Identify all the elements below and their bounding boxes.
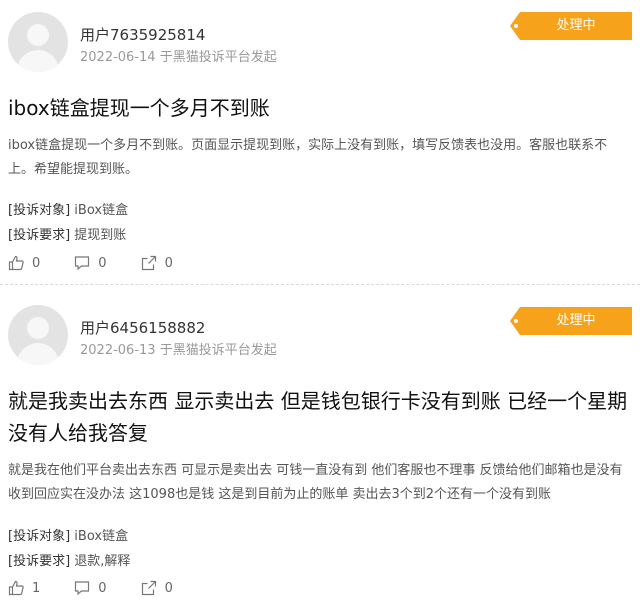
complaint-title[interactable]: 就是我卖出去东西 显示卖出去 但是钱包银行卡没有到账 已经一个星期没有人给我答复 bbox=[8, 385, 632, 449]
request-label: [投诉要求] bbox=[8, 228, 71, 243]
complaint-title[interactable]: ibox链盒提现一个多月不到账 bbox=[8, 92, 632, 124]
thumbs-up-icon bbox=[8, 580, 24, 596]
complaint-body: ibox链盒提现一个多月不到账。页面显示提现到账，实际上没有到账，填写反馈表也没… bbox=[8, 138, 608, 177]
request-value: 退款,解释 bbox=[74, 554, 131, 569]
complaint-body: 就是我在他们平台卖出去东西 可显示是卖出去 可钱一直没有到 他们客服也不理事 反… bbox=[8, 463, 623, 502]
request-value: 提现到账 bbox=[74, 228, 127, 243]
username[interactable]: 用户7635925814 bbox=[80, 24, 205, 45]
complaint-target: [投诉对象] iBox链盒 bbox=[8, 525, 128, 544]
like-button[interactable]: 1 bbox=[8, 580, 40, 596]
comment-button[interactable]: 0 bbox=[74, 255, 107, 271]
post-source: 于黑猫投诉平台发起 bbox=[159, 50, 277, 65]
comment-count: 0 bbox=[98, 255, 107, 271]
complaint-request: [投诉要求] 退款,解释 bbox=[8, 550, 130, 569]
target-value: iBox链盒 bbox=[74, 529, 129, 544]
target-label: [投诉对象] bbox=[8, 203, 71, 218]
share-button[interactable]: 0 bbox=[141, 580, 173, 596]
post-source: 于黑猫投诉平台发起 bbox=[159, 343, 277, 358]
username[interactable]: 用户6456158882 bbox=[80, 317, 205, 338]
meta-line: 2022-06-14 于黑猫投诉平台发起 bbox=[80, 46, 277, 65]
post-date: 2022-06-14 bbox=[80, 50, 156, 65]
target-value: iBox链盒 bbox=[74, 203, 129, 218]
share-icon bbox=[141, 255, 156, 271]
complaint-card[interactable]: 用户6456158882 2022-06-13 于黑猫投诉平台发起 处理中 就是… bbox=[0, 285, 640, 605]
action-bar: 1 0 0 bbox=[8, 580, 207, 596]
avatar bbox=[8, 12, 68, 72]
status-badge: 处理中 bbox=[510, 12, 632, 40]
comment-icon bbox=[75, 581, 90, 596]
avatar bbox=[8, 305, 68, 365]
share-button[interactable]: 0 bbox=[141, 255, 173, 271]
thumbs-up-icon bbox=[8, 255, 24, 271]
comment-count: 0 bbox=[98, 580, 107, 596]
share-icon bbox=[141, 580, 156, 596]
like-button[interactable]: 0 bbox=[8, 255, 40, 271]
action-bar: 0 0 0 bbox=[8, 255, 207, 271]
target-label: [投诉对象] bbox=[8, 529, 71, 544]
complaint-request: [投诉要求] 提现到账 bbox=[8, 224, 126, 243]
complaint-target: [投诉对象] iBox链盒 bbox=[8, 199, 128, 218]
meta-line: 2022-06-13 于黑猫投诉平台发起 bbox=[80, 339, 277, 358]
share-count: 0 bbox=[164, 255, 173, 271]
complaint-card[interactable]: 用户7635925814 2022-06-14 于黑猫投诉平台发起 处理中 ib… bbox=[0, 0, 640, 285]
share-count: 0 bbox=[164, 580, 173, 596]
comment-icon bbox=[75, 256, 90, 271]
request-label: [投诉要求] bbox=[8, 554, 71, 569]
status-badge: 处理中 bbox=[510, 307, 632, 335]
comment-button[interactable]: 0 bbox=[74, 580, 107, 596]
like-count: 0 bbox=[32, 255, 41, 271]
post-date: 2022-06-13 bbox=[80, 343, 156, 358]
like-count: 1 bbox=[32, 580, 41, 596]
